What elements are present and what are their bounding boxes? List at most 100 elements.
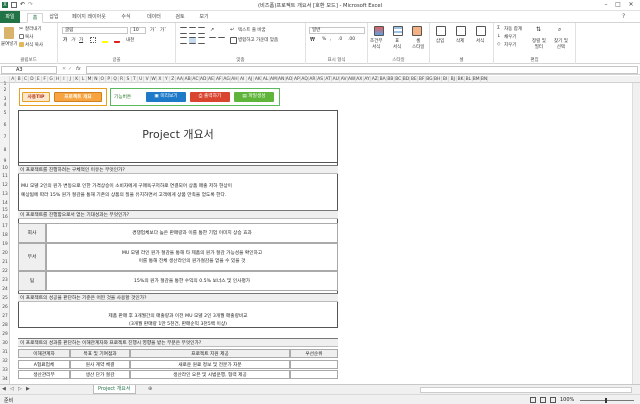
- conditional-format-icon[interactable]: [374, 26, 384, 36]
- row-header[interactable]: 29: [0, 330, 10, 339]
- sort-filter-button[interactable]: 정렬 및 필터: [532, 38, 546, 50]
- formula-input[interactable]: [86, 66, 638, 74]
- row-header[interactable]: 22: [0, 267, 10, 276]
- column-header[interactable]: AP: [293, 76, 302, 83]
- column-header[interactable]: AO: [286, 76, 294, 83]
- tab-home[interactable]: 홈: [27, 13, 43, 23]
- percent-button[interactable]: %: [322, 37, 326, 42]
- column-header[interactable]: BB: [387, 76, 395, 83]
- help-icon[interactable]: ?: [622, 13, 625, 20]
- minimize-button[interactable]: –: [601, 1, 611, 9]
- project-overview-button[interactable]: 프로젝트 개요: [54, 92, 102, 102]
- decrease-indent-icon[interactable]: [209, 37, 216, 44]
- column-header[interactable]: AG: [223, 76, 231, 83]
- fill-color-icon[interactable]: [102, 37, 108, 43]
- italic-button[interactable]: 가: [71, 37, 75, 43]
- increase-decimal-icon[interactable]: .0: [338, 37, 342, 42]
- format-painter-icon[interactable]: [19, 42, 24, 47]
- column-header[interactable]: AS: [317, 76, 325, 83]
- new-sheet-icon[interactable]: ⊕: [148, 386, 152, 392]
- zoom-slider[interactable]: [580, 400, 634, 401]
- row-header[interactable]: 16: [0, 213, 10, 222]
- tab-insert[interactable]: 삽입: [46, 13, 62, 23]
- sheet-nav-next-icon[interactable]: ▷: [18, 386, 22, 392]
- sheet-nav-prev-icon[interactable]: ◁: [10, 386, 14, 392]
- column-header[interactable]: BJ: [449, 76, 458, 83]
- column-header[interactable]: AA: [176, 76, 185, 83]
- align-left-icon[interactable]: [180, 37, 187, 44]
- column-header[interactable]: AD: [200, 76, 208, 83]
- cut-button[interactable]: 잘라내기: [25, 26, 42, 32]
- tab-review[interactable]: 검토: [172, 13, 188, 23]
- column-header[interactable]: BF: [418, 76, 426, 83]
- row-header[interactable]: 7: [0, 132, 10, 144]
- pdf-create-button[interactable]: ▤ 파일생성: [234, 92, 274, 102]
- row-header[interactable]: 9: [0, 158, 10, 165]
- view-normal-icon[interactable]: [530, 397, 536, 403]
- row-header[interactable]: 33: [0, 366, 10, 375]
- currency-icon[interactable]: ₩: [310, 37, 318, 44]
- column-header[interactable]: BH: [434, 76, 442, 83]
- number-format-combo[interactable]: 일반: [309, 27, 365, 34]
- tip-button[interactable]: 사용TIP: [22, 92, 50, 102]
- wrap-text-button[interactable]: 텍스트 줄 바꿈: [238, 27, 266, 33]
- view-page-layout-icon[interactable]: [540, 397, 546, 403]
- copy-icon[interactable]: [19, 34, 24, 39]
- column-header[interactable]: AX: [356, 76, 364, 83]
- column-header[interactable]: AC: [192, 76, 200, 83]
- clear-icon[interactable]: ◇: [497, 42, 500, 47]
- column-header[interactable]: BN: [481, 76, 489, 83]
- cut-icon[interactable]: ✂: [19, 26, 24, 32]
- row-header[interactable]: 30: [0, 339, 10, 348]
- column-header[interactable]: BL: [465, 76, 473, 83]
- tab-view[interactable]: 보기: [196, 13, 212, 23]
- table-format-icon[interactable]: [393, 26, 403, 36]
- column-header[interactable]: AE: [208, 76, 216, 83]
- column-header[interactable]: BG: [426, 76, 434, 83]
- column-header[interactable]: AT: [325, 76, 333, 83]
- column-header[interactable]: AI: [239, 76, 247, 83]
- tab-formulas[interactable]: 수식: [118, 13, 134, 23]
- format-painter-button[interactable]: 서식 복사: [25, 42, 43, 48]
- horizontal-scrollbar[interactable]: [420, 387, 632, 393]
- column-header[interactable]: AV: [340, 76, 348, 83]
- preview-button[interactable]: ▣ 미리보기: [146, 92, 186, 102]
- maximize-button[interactable]: □: [613, 1, 623, 9]
- sheet-nav-last-icon[interactable]: ▶: [26, 386, 30, 392]
- worksheet-grid[interactable]: 사용TIP 프로젝트 개요 기능버튼 ▣ 미리보기 ⎙ 출력하기 ▤ 파일생성 …: [10, 83, 640, 384]
- row-header[interactable]: 2: [0, 86, 10, 95]
- merge-icon[interactable]: [230, 37, 237, 44]
- font-name-combo[interactable]: 굴림: [62, 27, 128, 34]
- fill-icon[interactable]: ↓: [497, 34, 501, 39]
- table-format-button[interactable]: 표 서식: [393, 38, 401, 50]
- comma-button[interactable]: ,: [330, 37, 331, 42]
- column-header[interactable]: AZ: [371, 76, 380, 83]
- fill-button[interactable]: 채우기: [504, 34, 516, 40]
- cancel-icon[interactable]: ✕: [62, 66, 66, 72]
- sheet-tab-project-overview[interactable]: Project 개요서: [93, 385, 136, 394]
- insert-cells-button[interactable]: 삽입: [436, 38, 444, 44]
- row-header[interactable]: 11: [0, 172, 10, 181]
- delete-cells-icon[interactable]: [456, 26, 466, 36]
- autosum-button[interactable]: 자동 합계: [504, 26, 522, 32]
- column-header[interactable]: AM: [270, 76, 278, 83]
- column-header[interactable]: BD: [403, 76, 411, 83]
- row-header[interactable]: 26: [0, 303, 10, 312]
- column-header[interactable]: AU: [332, 76, 341, 83]
- column-header[interactable]: AR: [309, 76, 317, 83]
- row-header[interactable]: 18: [0, 231, 10, 240]
- row-header[interactable]: 6: [0, 120, 10, 132]
- column-header[interactable]: AB: [184, 76, 192, 83]
- row-header[interactable]: 25: [0, 294, 10, 303]
- cell-styles-icon[interactable]: [412, 26, 422, 36]
- decrease-decimal-icon[interactable]: .00: [348, 37, 355, 42]
- paste-icon[interactable]: [4, 27, 14, 39]
- align-middle-icon[interactable]: [189, 27, 196, 34]
- phonetic-icon[interactable]: 내천: [126, 37, 134, 43]
- row-header[interactable]: 27: [0, 312, 10, 321]
- find-select-icon[interactable]: ⌕: [558, 26, 567, 36]
- row-header[interactable]: 8: [0, 144, 10, 158]
- zoom-level[interactable]: 100%: [560, 397, 574, 403]
- enter-icon[interactable]: ✓: [68, 66, 72, 72]
- orientation-icon[interactable]: ↗: [210, 27, 217, 34]
